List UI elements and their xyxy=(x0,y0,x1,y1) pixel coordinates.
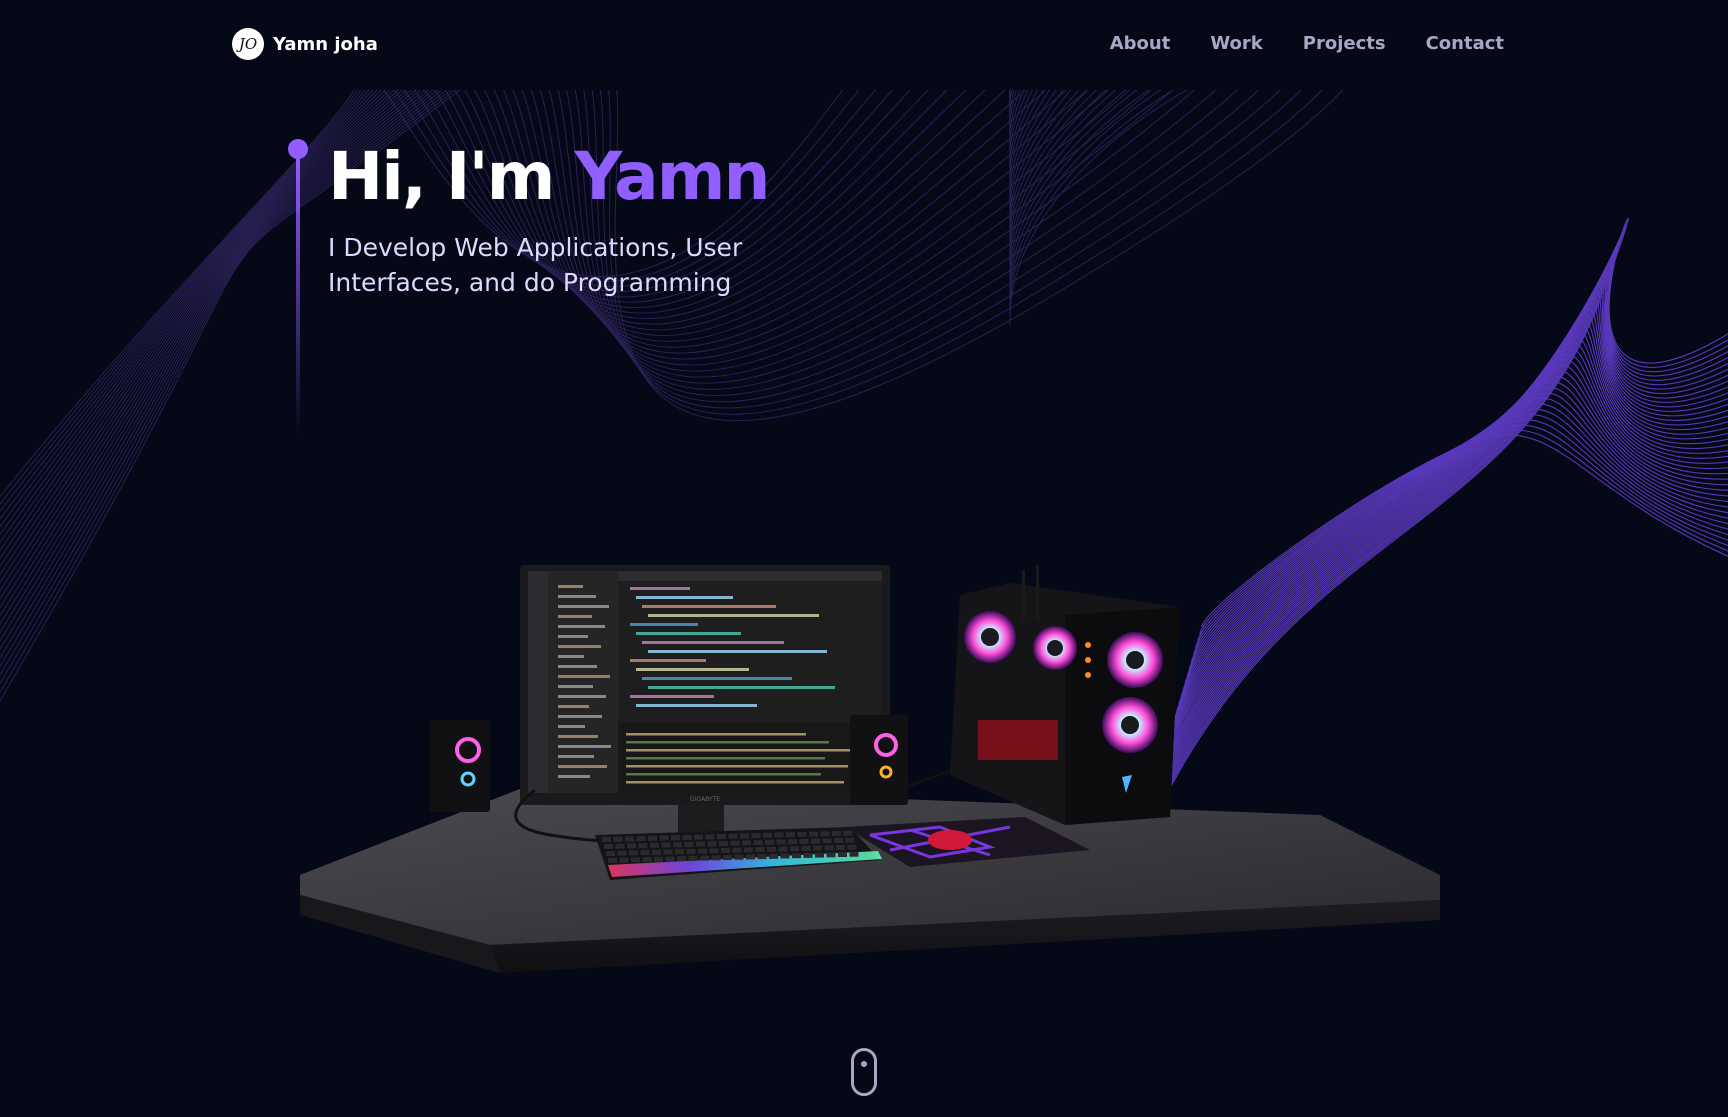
nav-links: About Work Projects Contact xyxy=(1110,33,1504,54)
nav-link-projects[interactable]: Projects xyxy=(1303,33,1386,54)
logo-name: Yamn joha xyxy=(273,33,378,55)
speaker-left xyxy=(430,720,490,812)
hero-timeline-decoration xyxy=(288,139,308,439)
navbar: JO Yamn joha About Work Projects Contact xyxy=(0,0,1728,90)
hero-title: Hi, I'm Yamn xyxy=(328,138,888,216)
nav-link-work[interactable]: Work xyxy=(1210,33,1262,54)
hero-name: Yamn xyxy=(574,138,770,215)
hero-text: Hi, I'm Yamn I Develop Web Applications,… xyxy=(328,138,888,300)
hero-stem xyxy=(296,157,300,437)
monitor-brand: GIGABYTE xyxy=(690,796,720,803)
hero-subtitle: I Develop Web Applications, User Interfa… xyxy=(328,233,743,297)
hero-greeting: Hi, I'm xyxy=(328,138,555,215)
hero-dot xyxy=(288,139,308,159)
nav-link-contact[interactable]: Contact xyxy=(1426,33,1504,54)
scroll-down-mouse-icon[interactable] xyxy=(851,1048,877,1096)
computer-desk-scene[interactable]: GIGABYTE xyxy=(290,565,1440,1045)
logo-link[interactable]: JO Yamn joha xyxy=(232,28,378,60)
logo-monogram-icon: JO xyxy=(232,28,264,60)
scroll-dot xyxy=(861,1061,867,1067)
nav-link-about[interactable]: About xyxy=(1110,33,1171,54)
mouse xyxy=(928,830,972,850)
